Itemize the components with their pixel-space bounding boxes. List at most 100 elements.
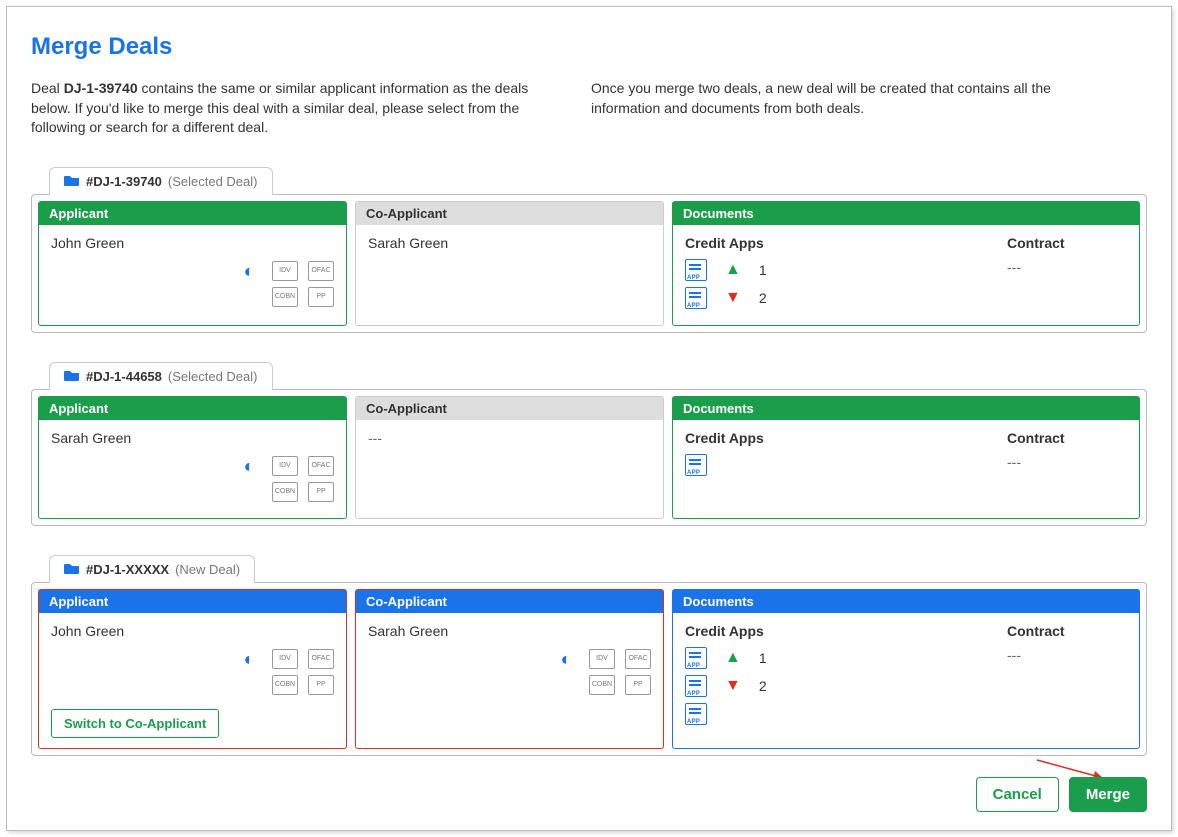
documents-column: Documents Credit Apps ▲1 ▼2 Contract ---: [672, 201, 1140, 326]
coapplicant-column[interactable]: Co-Applicant Sarah Green ◐ IDV OFAC COBN…: [355, 589, 664, 749]
documents-header: Documents: [673, 202, 1139, 225]
pp-icon: PP: [625, 675, 651, 695]
deal-id: #DJ-1-44658: [86, 369, 162, 384]
cancel-button[interactable]: Cancel: [976, 777, 1059, 812]
folder-icon: [64, 369, 80, 384]
applicant-header: Applicant: [39, 397, 346, 420]
contract-section: Contract ---: [1007, 235, 1127, 315]
deal-tab-sub: (Selected Deal): [168, 174, 258, 189]
arrow-up-icon: ▲: [725, 649, 741, 667]
credit-apps-section: Credit Apps: [685, 430, 997, 482]
applicant-header: Applicant: [39, 202, 346, 225]
credit-count: 1: [759, 650, 767, 666]
applicant-column[interactable]: Applicant John Green ◐ IDV OFAC COBN PP: [38, 201, 347, 326]
credit-app-row: ▼2: [685, 675, 997, 697]
page-title: Merge Deals: [31, 33, 1147, 61]
credit-app-icon: [685, 675, 707, 697]
idv-icon: IDV: [272, 261, 298, 281]
coapplicant-header: Co-Applicant: [356, 397, 663, 420]
contract-value: ---: [1007, 454, 1127, 470]
deal-card: Applicant John Green ◐ IDV OFAC COBN PP …: [31, 194, 1147, 333]
applicant-column[interactable]: Applicant Sarah Green ◐ IDV OFAC COBN PP: [38, 396, 347, 519]
coapplicant-column[interactable]: Co-Applicant ---: [355, 396, 664, 519]
credit-app-icon: [685, 454, 707, 476]
deal-tab-sub: (New Deal): [175, 562, 240, 577]
deal-tab[interactable]: #DJ-1-39740 (Selected Deal): [49, 167, 273, 195]
idv-icon: IDV: [272, 456, 298, 476]
credit-apps-label: Credit Apps: [685, 430, 997, 446]
credit-app-icon: [685, 703, 707, 725]
gauge-icon: ◐: [236, 649, 262, 669]
contract-section: Contract ---: [1007, 430, 1127, 482]
coapplicant-column[interactable]: Co-Applicant Sarah Green: [355, 201, 664, 326]
cobn-icon: COBN: [272, 482, 298, 502]
ofac-icon: OFAC: [625, 649, 651, 669]
coapplicant-header: Co-Applicant: [356, 590, 663, 613]
documents-header: Documents: [673, 397, 1139, 420]
contract-label: Contract: [1007, 623, 1127, 639]
gauge-icon: ◐: [236, 261, 262, 281]
credit-apps-label: Credit Apps: [685, 235, 997, 251]
credit-app-icon: [685, 287, 707, 309]
credit-app-row: [685, 703, 997, 725]
credit-count: 2: [759, 290, 767, 306]
folder-icon: [64, 174, 80, 189]
deal-card: Applicant John Green ◐ IDV OFAC COBN PP …: [31, 582, 1147, 756]
applicant-name: John Green: [51, 623, 334, 639]
arrow-down-icon: ▼: [725, 677, 741, 695]
ofac-icon: OFAC: [308, 649, 334, 669]
deal-id: #DJ-1-39740: [86, 174, 162, 189]
credit-app-row: ▼2: [685, 287, 997, 309]
documents-column: Documents Credit Apps ▲1 ▼2 Contract: [672, 589, 1140, 749]
credit-count: 1: [759, 262, 767, 278]
deal-block: #DJ-1-39740 (Selected Deal) Applicant Jo…: [31, 166, 1147, 333]
deal-tab[interactable]: #DJ-1-XXXXX (New Deal): [49, 555, 255, 583]
applicant-name: John Green: [51, 235, 334, 251]
folder-icon: [64, 562, 80, 577]
applicant-column[interactable]: Applicant John Green ◐ IDV OFAC COBN PP …: [38, 589, 347, 749]
deal-card: Applicant Sarah Green ◐ IDV OFAC COBN PP…: [31, 389, 1147, 526]
intro-left: Deal DJ-1-39740 contains the same or sim…: [31, 79, 531, 138]
ofac-icon: OFAC: [308, 456, 334, 476]
gauge-icon: ◐: [236, 456, 262, 476]
contract-section: Contract ---: [1007, 623, 1127, 731]
credit-app-icon: [685, 647, 707, 669]
pp-icon: PP: [308, 287, 334, 307]
cobn-icon: COBN: [589, 675, 615, 695]
intro-text: Deal DJ-1-39740 contains the same or sim…: [31, 79, 1147, 138]
credit-apps-section: Credit Apps ▲1 ▼2: [685, 623, 997, 731]
credit-app-row: ▲1: [685, 647, 997, 669]
coapplicant-name: Sarah Green: [368, 235, 651, 251]
deal-block: #DJ-1-44658 (Selected Deal) Applicant Sa…: [31, 361, 1147, 526]
contract-label: Contract: [1007, 430, 1127, 446]
applicant-name: Sarah Green: [51, 430, 334, 446]
contract-value: ---: [1007, 259, 1127, 275]
credit-app-row: ▲1: [685, 259, 997, 281]
arrow-down-icon: ▼: [725, 289, 741, 307]
gauge-icon: ◐: [553, 649, 579, 669]
merge-button[interactable]: Merge: [1069, 777, 1147, 812]
deal-tab-sub: (Selected Deal): [168, 369, 258, 384]
merge-deals-modal: Merge Deals Deal DJ-1-39740 contains the…: [6, 6, 1172, 831]
applicant-header: Applicant: [39, 590, 346, 613]
deal-id: #DJ-1-XXXXX: [86, 562, 169, 577]
documents-column: Documents Credit Apps Contract ---: [672, 396, 1140, 519]
switch-to-coapplicant-button[interactable]: Switch to Co-Applicant: [51, 709, 219, 738]
idv-icon: IDV: [589, 649, 615, 669]
coapplicant-name: ---: [368, 430, 651, 446]
coapplicant-header: Co-Applicant: [356, 202, 663, 225]
coapplicant-name: Sarah Green: [368, 623, 651, 639]
pp-icon: PP: [308, 482, 334, 502]
credit-app-row: [685, 454, 997, 476]
credit-app-icon: [685, 259, 707, 281]
credit-apps-section: Credit Apps ▲1 ▼2: [685, 235, 997, 315]
deal-tab[interactable]: #DJ-1-44658 (Selected Deal): [49, 362, 273, 390]
documents-header: Documents: [673, 590, 1139, 613]
idv-icon: IDV: [272, 649, 298, 669]
cobn-icon: COBN: [272, 675, 298, 695]
arrow-up-icon: ▲: [725, 261, 741, 279]
intro-right: Once you merge two deals, a new deal wil…: [591, 79, 1091, 138]
contract-value: ---: [1007, 647, 1127, 663]
credit-apps-label: Credit Apps: [685, 623, 997, 639]
credit-count: 2: [759, 678, 767, 694]
